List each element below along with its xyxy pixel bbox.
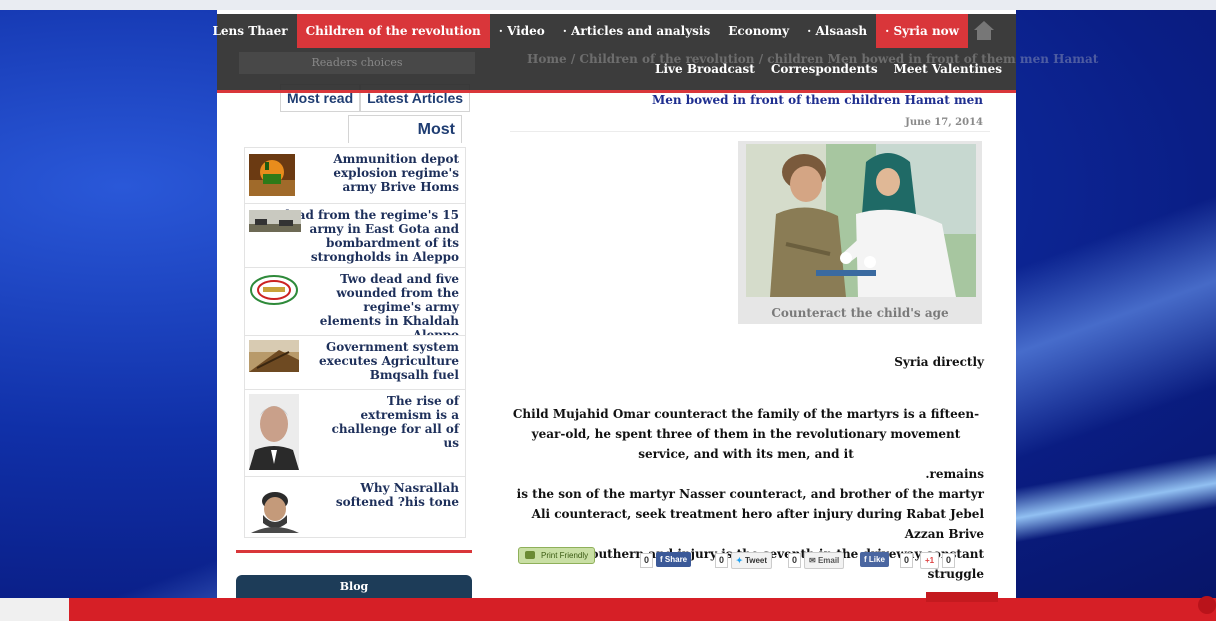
explosion-thumb <box>249 154 295 196</box>
like-count: 0 <box>900 553 914 568</box>
share-bar: Print Friendly 0 f Share 0 ✦ Tweet 0 ✉ E… <box>518 547 988 571</box>
nav-lens-thaer[interactable]: Lens Thaer <box>203 14 296 48</box>
envelope-icon: ✉ <box>809 556 816 565</box>
nasrallah-portrait-thumb <box>249 483 301 533</box>
print-friendly-label: Print Friendly <box>541 551 589 560</box>
article-lead: Syria directly <box>894 355 984 369</box>
home-icon[interactable] <box>972 21 996 41</box>
like-label: Like <box>868 555 885 564</box>
article-divider <box>510 131 990 132</box>
article-image[interactable] <box>746 144 976 297</box>
twitter-icon: ✦ <box>736 556 743 565</box>
nav-secondary-row: Live Broadcast Correspondents Meet Valen… <box>655 62 1002 76</box>
sidebar-divider <box>236 550 472 553</box>
tab-most-discussed[interactable]: Most Discussed <box>348 115 462 166</box>
nav-live-broadcast[interactable]: Live Broadcast <box>655 62 755 76</box>
print-friendly-button[interactable]: Print Friendly <box>518 547 596 564</box>
nav-correspondents[interactable]: Correspondents <box>771 62 878 76</box>
list-item[interactable]: The rise of extremism is a challenge for… <box>244 389 466 476</box>
readers-choices-header: Readers choices <box>239 52 475 74</box>
browser-top-strip <box>0 0 1216 10</box>
tweet-button[interactable]: ✦ Tweet <box>731 552 773 569</box>
article-paragraph: Child Mujahid Omar counteract the family… <box>512 407 980 461</box>
email-button[interactable]: ✉ Email <box>804 552 845 569</box>
nav-articles-and-analysis[interactable]: · Articles and analysis <box>554 14 719 48</box>
nav-syria-now[interactable]: · Syria now <box>876 14 968 48</box>
nav-economy[interactable]: Economy <box>719 14 798 48</box>
share-count: 0 <box>640 553 654 568</box>
article-date: June 17, 2014 <box>905 117 983 128</box>
bottom-red-tab[interactable] <box>926 592 998 602</box>
list-item[interactable]: Why Nasrallah softened ?his tone <box>244 476 466 538</box>
email-label: Email <box>817 556 840 565</box>
article-paragraph: is the son of the martyr Nasser countera… <box>516 487 984 541</box>
share-label: Share <box>664 555 688 564</box>
nav-alsaash[interactable]: · Alsaash <box>798 14 876 48</box>
red-orb-icon[interactable] <box>1198 596 1216 614</box>
nav-primary-row: Lens Thaer Children of the revolution · … <box>203 14 996 48</box>
list-item-title[interactable]: Why Nasrallah softened ?his tone <box>315 477 465 513</box>
bottom-bar-left <box>0 598 69 621</box>
article-paragraph: .remains <box>925 467 984 481</box>
google-plus-button[interactable]: +1 <box>920 552 940 569</box>
facebook-share-button[interactable]: f Share <box>656 552 692 567</box>
facebook-like-button[interactable]: f Like <box>860 552 889 567</box>
email-count: 0 <box>788 553 802 568</box>
tweet-count: 0 <box>715 553 729 568</box>
image-caption: Counteract the child's age <box>771 306 949 320</box>
article-title[interactable]: Men bowed in front of them children Hama… <box>520 93 983 107</box>
list-item[interactable]: Two dead and five wounded from the regim… <box>244 267 466 342</box>
list-item-title[interactable]: Ammunition depot explosion regime's army… <box>315 148 465 198</box>
main-navigation: Readers choices Home / Children of the r… <box>212 14 1098 93</box>
tweet-label: Tweet <box>744 556 768 565</box>
nav-meet-valentines[interactable]: Meet Valentines <box>894 62 1002 76</box>
nav-video[interactable]: · Video <box>490 14 554 48</box>
blog-label: Blog <box>339 580 369 593</box>
list-item-title[interactable]: The rise of extremism is a challenge for… <box>315 390 465 454</box>
emblem-thumb <box>249 274 299 306</box>
list-item[interactable]: dead from the regime's 15 army in East G… <box>244 203 466 267</box>
article-figure: Counteract the child's age <box>738 141 982 324</box>
most-discussed-list: Ammunition depot explosion regime's army… <box>244 147 466 538</box>
kerry-portrait-thumb <box>249 394 299 470</box>
tanks-thumb <box>249 210 301 232</box>
list-item[interactable]: Government system executes Agriculture B… <box>244 335 466 389</box>
nav-children-of-the-revolution[interactable]: Children of the revolution <box>296 14 490 48</box>
bottom-red-bar <box>69 598 1216 621</box>
field-thumb <box>249 340 299 372</box>
list-item-title[interactable]: Government system executes Agriculture B… <box>315 336 465 386</box>
list-item[interactable]: Ammunition depot explosion regime's army… <box>244 147 466 203</box>
printer-icon <box>525 551 535 559</box>
google-plus-count: 0 <box>942 553 956 568</box>
